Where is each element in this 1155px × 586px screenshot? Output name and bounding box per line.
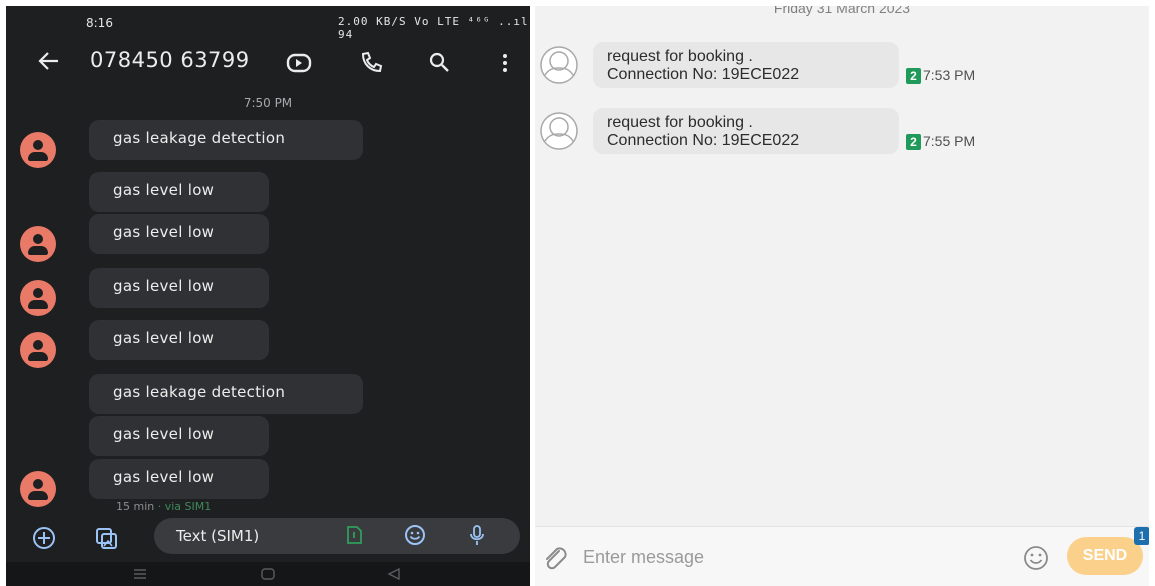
conversation-timestamp: 7:50 PM [243, 96, 293, 110]
message-time: 2 7:53 PM [906, 67, 975, 84]
sim-icon[interactable] [342, 523, 366, 551]
emoji-icon[interactable] [402, 522, 428, 552]
last-message-time: 15 min [116, 500, 155, 513]
contact-avatar[interactable] [20, 332, 56, 368]
message-line: request for booking . [607, 114, 753, 131]
message-bubble[interactable]: gas level low [89, 172, 269, 212]
more-vert-icon[interactable] [488, 46, 522, 80]
status-indicators: 2.00 KB/S Vo LTE ⁴⁶ᴳ ..ıl 94 [338, 15, 529, 41]
attach-icon[interactable] [541, 545, 569, 573]
contact-avatar-icon[interactable] [539, 45, 579, 85]
message-time-text: 7:53 PM [923, 67, 976, 83]
search-icon[interactable] [422, 46, 456, 80]
nav-home-icon[interactable] [260, 566, 276, 582]
message-bubble[interactable]: gas level low [89, 416, 269, 456]
message-bubble[interactable]: gas leakage detection [89, 374, 363, 414]
contact-avatar[interactable] [20, 226, 56, 262]
message-bubble[interactable]: gas leakage detection [89, 120, 363, 160]
status-bar: 8:16 2.00 KB/S Vo LTE ⁴⁶ᴳ ..ıl 94 [6, 6, 530, 41]
conversation-date: Friday 31 March 2023 [773, 6, 911, 16]
message-line: Connection No: 19ECE022 [607, 132, 800, 149]
dark-messaging-screen: 8:16 2.00 KB/S Vo LTE ⁴⁶ᴳ ..ıl 94 078450… [6, 6, 530, 586]
message-input[interactable]: Enter message [583, 547, 704, 568]
mic-icon[interactable] [464, 522, 490, 552]
message-line: Connection No: 19ECE022 [607, 66, 800, 83]
message-bubble[interactable]: gas level low [89, 214, 269, 254]
add-circle-icon[interactable] [28, 522, 60, 554]
message-composer: Text (SIM1) [6, 516, 530, 562]
message-bubble[interactable]: request for booking . Connection No: 19EC… [593, 108, 899, 154]
phone-icon[interactable] [354, 46, 388, 80]
message-bubble[interactable]: gas level low [89, 320, 269, 360]
nav-back-icon[interactable] [386, 566, 402, 582]
message-bubble[interactable]: gas level low [89, 459, 269, 499]
sim-badge: 2 [906, 134, 921, 150]
contact-phone-number: 078450 63799 [90, 48, 250, 72]
sim-badge: 2 [906, 68, 921, 84]
contact-avatar[interactable] [20, 471, 56, 507]
video-call-icon[interactable] [282, 46, 316, 80]
contact-avatar-icon[interactable] [539, 111, 579, 151]
back-arrow-icon[interactable] [36, 48, 62, 81]
message-composer: Enter message SEND 1 [535, 526, 1149, 586]
send-sim-badge: 1 [1134, 527, 1149, 545]
contact-avatar[interactable] [20, 132, 56, 168]
message-line: request for booking . [607, 48, 753, 65]
message-time-text: 7:55 PM [923, 133, 976, 149]
nav-menu-icon[interactable] [132, 566, 148, 582]
conversation-toolbar: 078450 63799 [6, 40, 530, 86]
light-messaging-screen: Friday 31 March 2023 request for booking… [535, 6, 1149, 586]
last-message-meta: 15 min · via SIM1 [116, 500, 211, 513]
last-message-sim: · via SIM1 [154, 500, 212, 513]
message-bubble[interactable]: request for booking . Connection No: 19EC… [593, 42, 899, 88]
send-button[interactable]: SEND [1067, 537, 1143, 575]
message-time: 2 7:55 PM [906, 133, 975, 150]
message-bubble[interactable]: gas level low [89, 268, 269, 308]
contact-avatar[interactable] [20, 280, 56, 316]
gallery-icon[interactable] [90, 522, 122, 554]
message-input-placeholder: Text (SIM1) [176, 527, 260, 545]
status-time: 8:16 [86, 16, 113, 30]
system-nav-bar [6, 562, 530, 586]
emoji-icon[interactable] [1019, 541, 1053, 575]
message-input[interactable]: Text (SIM1) [154, 518, 520, 554]
